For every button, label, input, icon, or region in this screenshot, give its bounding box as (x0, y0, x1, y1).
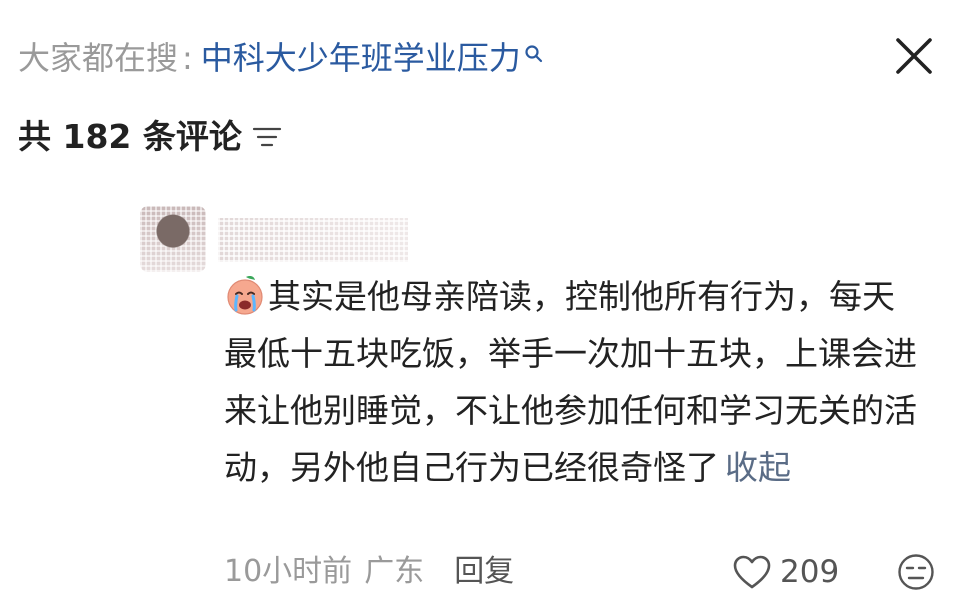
comment-text: 其实是他母亲陪读，控制他所有行为，每天最低十五块吃饭，举手一次加十五块，上课会进… (224, 277, 917, 487)
comment-body: 其实是他母亲陪读，控制他所有行为，每天最低十五块吃饭，举手一次加十五块，上课会进… (224, 268, 924, 496)
search-separator: : (182, 39, 193, 77)
dislike-face-icon[interactable] (896, 552, 936, 592)
heart-icon (733, 555, 771, 589)
comment-time: 10小时前 (224, 554, 353, 589)
collapse-link[interactable]: 收起 (725, 448, 791, 487)
comment-location: 广东 (364, 554, 425, 589)
search-term-link[interactable]: 中科大少年班学业压力 (201, 36, 521, 80)
username-blurred[interactable] (218, 218, 408, 262)
like-count: 209 (780, 554, 840, 590)
comment-count-label: 共 182 条评论 (18, 117, 242, 156)
crying-face-emoji (227, 276, 263, 315)
reply-button[interactable]: 回复 (454, 552, 514, 592)
search-prefix: 大家都在搜 (18, 39, 179, 77)
sort-icon[interactable] (252, 125, 282, 149)
close-icon[interactable] (892, 34, 936, 78)
avatar[interactable] (140, 206, 206, 272)
search-suggestion-bar[interactable]: 大家都在搜 : 中科大少年班学业压力 (18, 36, 545, 80)
comment-count-header: 共 182 条评论 (18, 114, 282, 160)
search-icon (525, 45, 542, 63)
comment-meta: 10小时前 广东 回复 (224, 552, 514, 592)
like-button[interactable]: 209 (732, 552, 839, 592)
